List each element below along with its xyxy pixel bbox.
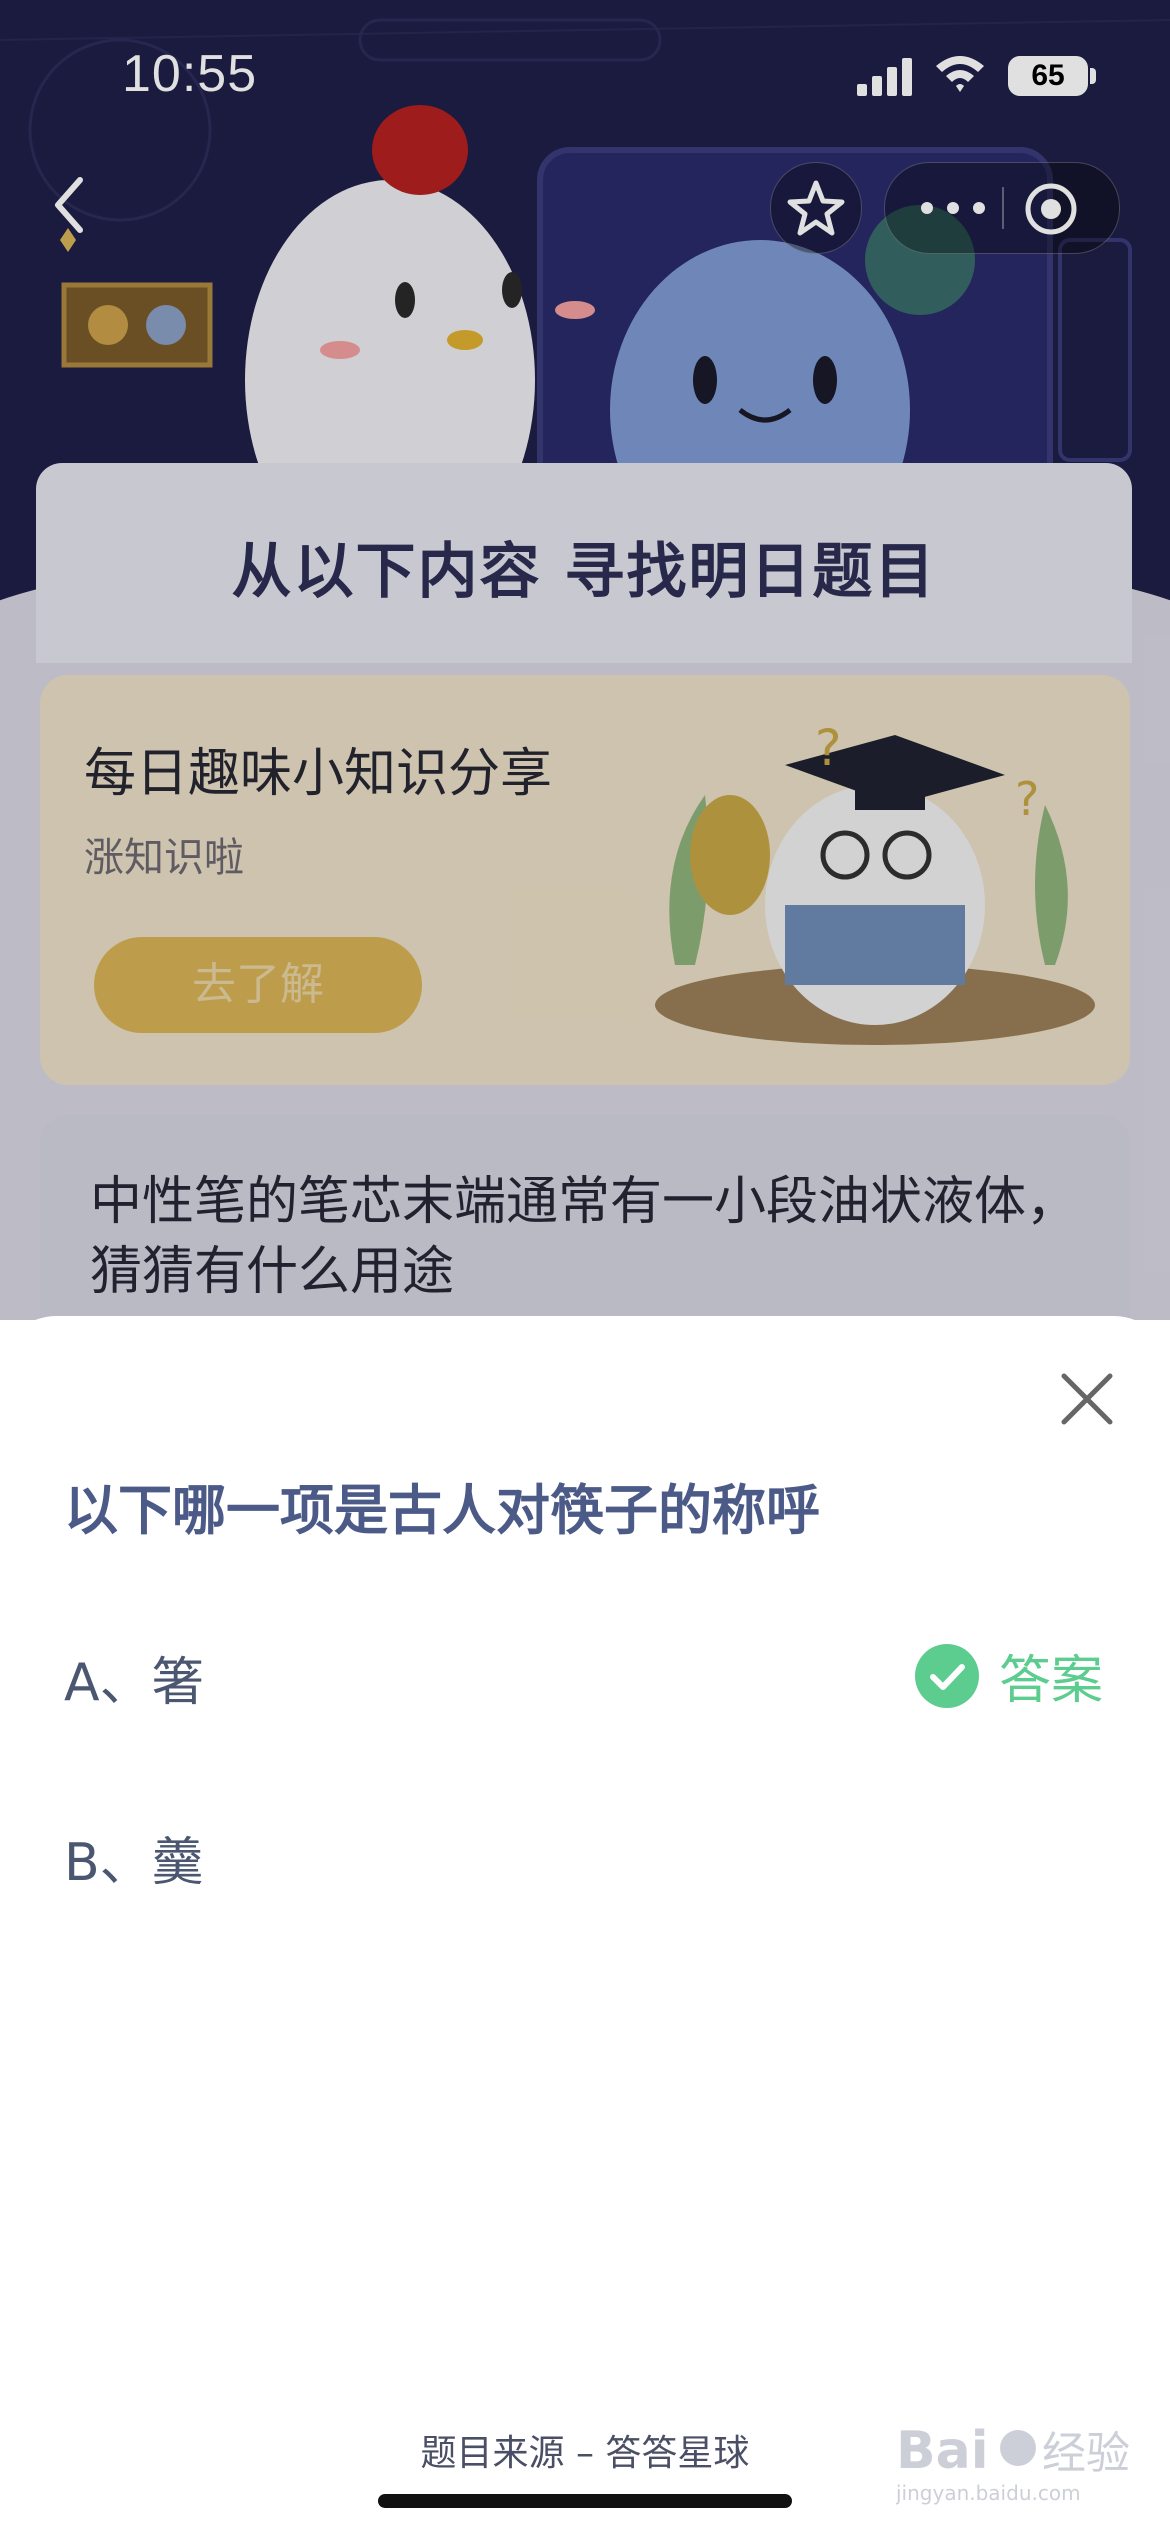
trivia-card[interactable]: 每日趣味小知识分享 涨知识啦 去了解 ? ? [40, 675, 1130, 1085]
close-icon[interactable] [1056, 1368, 1118, 1430]
svg-text:Bai: Bai [896, 2421, 989, 2481]
svg-text:?: ? [1015, 772, 1039, 826]
banner-title: 从以下内容 寻找明日题目 [231, 537, 937, 607]
trivia-card-subtitle: 涨知识啦 [84, 835, 244, 881]
back-icon[interactable] [40, 170, 100, 240]
svg-text:jingyan.baidu.com: jingyan.baidu.com [896, 2481, 1081, 2505]
daily-question-card[interactable]: 中性笔的笔芯末端通常有一小段油状液体，猜猜有什么用途 [40, 1115, 1130, 1320]
answer-indicator: 答案 [915, 1636, 1115, 1711]
signal-icon [857, 58, 912, 96]
svg-text:经验: 经验 [1042, 2428, 1130, 2479]
battery-level: 65 [1008, 56, 1088, 96]
battery-tip [1090, 68, 1096, 84]
banner-panel: 从以下内容 寻找明日题目 [36, 463, 1132, 663]
baidu-watermark-logo: Bai 经验 jingyan.baidu.com [896, 2421, 1130, 2505]
check-icon [915, 1644, 979, 1708]
status-bar: 10:55 65 [0, 0, 1170, 150]
more-icon[interactable] [913, 185, 993, 231]
sheet-question: 以下哪一项是古人对筷子的称呼 [64, 1479, 820, 1542]
favorite-button[interactable] [770, 162, 862, 254]
answer-sheet: 以下哪一项是古人对筷子的称呼 A、箸 答案 B、羹 题目来源 – 答答星球 [0, 1316, 1170, 2532]
home-indicator [378, 2494, 792, 2508]
svg-text:?: ? [815, 719, 842, 777]
target-icon[interactable] [1023, 181, 1079, 237]
answer-label: 答案 [999, 1651, 1104, 1711]
capsule-divider [1002, 187, 1004, 229]
miniprogram-capsule [884, 162, 1120, 254]
option-a[interactable]: A、箸 [64, 1640, 204, 1715]
learn-more-button[interactable]: 去了解 [94, 937, 422, 1033]
star-icon [787, 180, 845, 236]
trivia-card-title: 每日趣味小知识分享 [84, 744, 553, 804]
medal-frame [60, 228, 213, 368]
scholar-mascot-illustration: ? ? [655, 719, 1095, 1045]
wifi-icon [936, 56, 984, 92]
daily-question-text: 中性笔的笔芯末端通常有一小段油状液体，猜猜有什么用途 [90, 1172, 1079, 1302]
status-time: 10:55 [122, 45, 258, 103]
option-b[interactable]: B、羹 [64, 1820, 204, 1895]
